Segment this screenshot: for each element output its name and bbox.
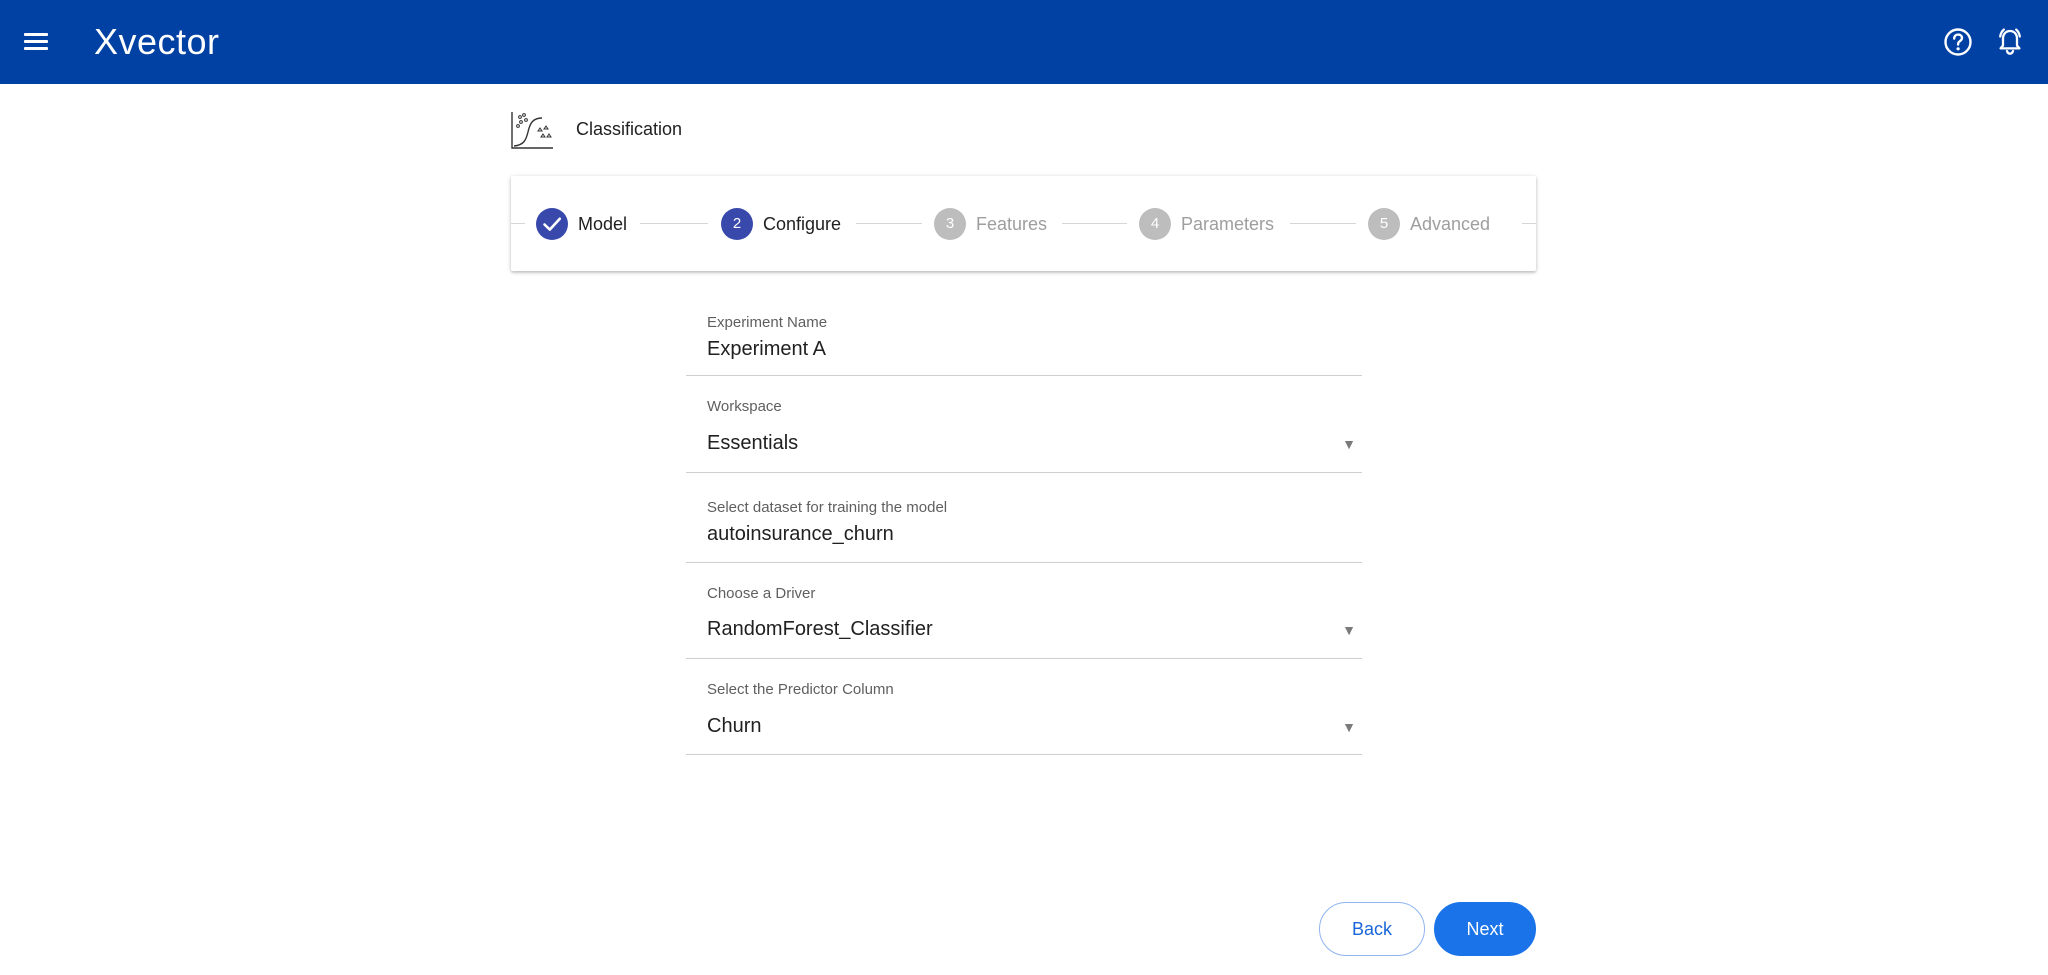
experiment-name-field[interactable]: Experiment Name Experiment A (686, 296, 1362, 376)
field-label: Select dataset for training the model (707, 499, 948, 516)
predictor-select[interactable]: Select the Predictor Column Churn ▼ (686, 659, 1362, 755)
step-connector (856, 223, 922, 224)
brand-logo[interactable]: Xvector (94, 20, 220, 64)
menu-icon[interactable] (22, 28, 52, 56)
field-label: Workspace (707, 398, 782, 415)
driver-value[interactable]: RandomForest_Classifier (707, 618, 933, 641)
stepper: Model 2 Configure 3 Features 4 Parameter… (511, 176, 1536, 271)
classification-chart-icon (511, 112, 553, 149)
step-label: Configure (763, 214, 842, 234)
step-number: 4 (1139, 208, 1171, 240)
page-title: Classification (576, 119, 683, 139)
predictor-value[interactable]: Churn (707, 715, 761, 738)
caret-down-icon[interactable]: ▼ (1342, 719, 1356, 735)
step-number: 3 (934, 208, 966, 240)
back-button[interactable]: Back (1319, 902, 1425, 956)
field-label: Choose a Driver (707, 585, 816, 602)
driver-select[interactable]: Choose a Driver RandomForest_Classifier … (686, 563, 1362, 659)
bell-alert-icon[interactable] (1992, 24, 2028, 60)
step-number: 2 (721, 208, 753, 240)
caret-down-icon[interactable]: ▼ (1342, 436, 1356, 452)
step-connector (640, 223, 708, 224)
step-connector (1522, 223, 1536, 224)
step-label: Advanced (1410, 214, 1491, 234)
dataset-field[interactable]: Select dataset for training the model au… (686, 473, 1362, 563)
step-connector (1290, 223, 1356, 224)
step-label: Parameters (1181, 214, 1275, 234)
workspace-select[interactable]: Workspace Essentials ▼ (686, 376, 1362, 473)
caret-down-icon[interactable]: ▼ (1342, 622, 1356, 638)
field-label: Experiment Name (707, 314, 828, 331)
experiment-name-input[interactable]: Experiment A (707, 338, 826, 361)
app-bar: Xvector (0, 0, 2048, 84)
check-icon (536, 208, 568, 240)
dataset-input[interactable]: autoinsurance_churn (707, 523, 894, 546)
step-connector (511, 223, 525, 224)
step-number: 5 (1368, 208, 1400, 240)
step-label: Features (976, 214, 1048, 234)
help-icon[interactable] (1940, 24, 1976, 60)
next-button[interactable]: Next (1434, 902, 1536, 956)
workspace-value[interactable]: Essentials (707, 432, 798, 455)
step-label: Model (578, 214, 628, 234)
field-label: Select the Predictor Column (707, 681, 894, 698)
step-connector (1062, 223, 1127, 224)
